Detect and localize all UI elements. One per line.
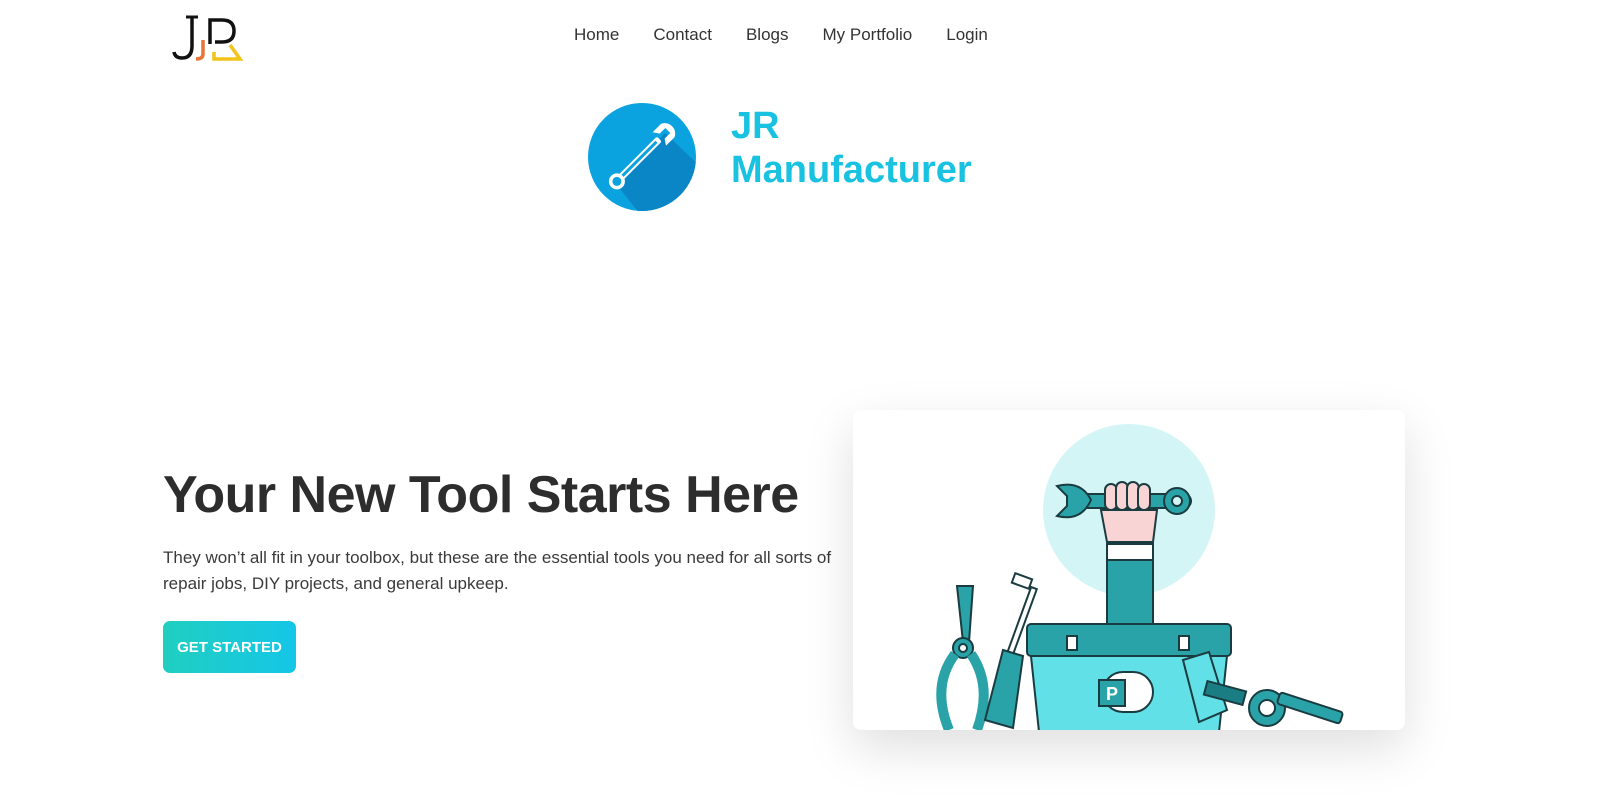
nav-contact[interactable]: Contact [653,24,712,46]
brand-logo [587,103,697,213]
nav-blogs[interactable]: Blogs [746,24,789,46]
brand-title-line2: Manufacturer [731,149,972,191]
toolbox-illustration: P [936,424,1344,730]
brand-title-line1: JR [731,105,780,147]
hero-title: Your New Tool Starts Here [163,466,799,524]
toolbox-label: P [1106,684,1118,704]
jr-logo-icon [172,15,244,61]
nav-home[interactable]: Home [574,24,619,46]
hero-description: They won’t all fit in your toolbox, but … [163,548,832,593]
wrench-icon [588,103,696,211]
main-nav: Home Contact Blogs My Portfolio Login [574,24,988,46]
brand-title: JR Manufacturer [731,104,972,192]
nav-my-portfolio[interactable]: My Portfolio [822,24,912,46]
site-logo[interactable] [170,12,246,64]
nav-login[interactable]: Login [946,24,988,46]
get-started-button[interactable]: GET STARTED [163,621,296,673]
hero-illustration-card: P [853,410,1405,730]
